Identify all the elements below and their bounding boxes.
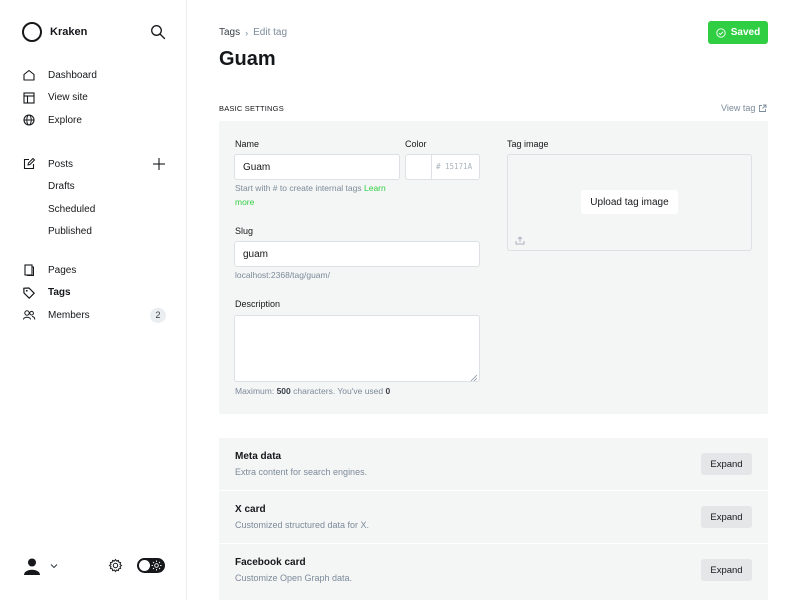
description-max: 500	[276, 386, 291, 396]
sidebar-item-scheduled[interactable]: Scheduled	[22, 198, 172, 221]
sidebar-item-label: Dashboard	[48, 69, 97, 81]
sidebar-item-view-site[interactable]: View site	[22, 87, 172, 110]
view-tag-label: View tag	[721, 103, 756, 113]
sidebar-item-dashboard[interactable]: Dashboard	[22, 64, 172, 87]
view-tag-link[interactable]: View tag	[721, 103, 767, 113]
sidebar-item-label: Posts	[48, 158, 74, 170]
site-logo	[22, 22, 42, 42]
sidebar-item-label: Published	[48, 226, 92, 238]
description-hint-mid: characters. You've used	[293, 386, 384, 396]
primary-nav: Dashboard View site Explore	[22, 64, 172, 132]
color-label: Color	[405, 139, 427, 149]
sidebar-item-members[interactable]: Members 2	[22, 304, 172, 327]
sidebar-item-label: Explore	[48, 114, 82, 126]
tag-icon	[22, 286, 36, 300]
globe-icon	[22, 113, 36, 127]
basic-settings-heading: Basic settings	[219, 104, 284, 113]
card-title: Facebook card	[235, 557, 306, 568]
pages-icon	[22, 263, 36, 277]
card-title: Meta data	[235, 451, 282, 462]
name-hint-text: Start with # to create internal tags	[235, 183, 362, 193]
description-label: Description	[235, 299, 281, 309]
expand-facebook-card-button[interactable]: Expand	[701, 559, 752, 581]
color-preview[interactable]	[406, 155, 432, 179]
home-icon	[22, 68, 36, 82]
sidebar-item-pages[interactable]: Pages	[22, 259, 172, 282]
image-upload-icon[interactable]	[515, 235, 525, 245]
toggle-knob	[139, 560, 150, 571]
search-icon[interactable]	[150, 24, 166, 40]
page-title: Guam	[219, 48, 276, 70]
card-title: X card	[235, 504, 266, 515]
card-description: Extra content for search engines.	[235, 467, 368, 477]
facebook-card-card: Facebook card Customize Open Graph data.…	[219, 544, 768, 600]
sidebar: Kraken Dashboard View site Explore Posts…	[0, 0, 187, 600]
breadcrumb: Tags › Edit tag	[219, 27, 287, 38]
gear-icon[interactable]	[108, 558, 123, 573]
save-button-label: Saved	[730, 27, 761, 38]
sidebar-item-explore[interactable]: Explore	[22, 109, 172, 132]
theme-toggle[interactable]	[137, 558, 165, 573]
sidebar-item-label: Members	[48, 309, 90, 321]
other-nav: Pages Tags Members 2	[22, 259, 172, 327]
name-label: Name	[235, 139, 260, 149]
slug-label: Slug	[235, 226, 254, 236]
upload-image-button[interactable]: Upload tag image	[581, 190, 678, 214]
breadcrumb-tags-link[interactable]: Tags	[219, 27, 240, 38]
sidebar-item-published[interactable]: Published	[22, 221, 172, 244]
sidebar-item-tags[interactable]: Tags	[22, 282, 172, 305]
sidebar-item-drafts[interactable]: Drafts	[22, 176, 172, 199]
site-name: Kraken	[50, 26, 88, 38]
sidebar-footer	[22, 556, 167, 576]
meta-data-card: Meta data Extra content for search engin…	[219, 438, 768, 490]
external-link-icon	[758, 104, 767, 113]
sidebar-item-label: Scheduled	[48, 203, 96, 215]
resize-handle-icon[interactable]	[470, 373, 478, 382]
tag-image-label: Tag image	[507, 139, 549, 149]
card-description: Customize Open Graph data.	[235, 573, 353, 583]
breadcrumb-current: Edit tag	[253, 27, 288, 38]
sidebar-item-label: Pages	[48, 264, 77, 276]
expand-x-card-button[interactable]: Expand	[701, 506, 752, 528]
layout-icon	[22, 91, 36, 105]
color-hex-placeholder: # 15171A	[436, 162, 473, 171]
slug-input[interactable]: guam	[234, 241, 480, 267]
chevron-right-icon: ›	[245, 27, 249, 38]
edit-icon	[22, 157, 36, 171]
card-description: Customized structured data for X.	[235, 520, 370, 530]
content-nav: Posts Drafts Scheduled Published	[22, 153, 172, 243]
sidebar-item-label: Tags	[48, 287, 71, 299]
description-hint: Maximum: 500 characters. You've used 0	[235, 384, 390, 398]
expand-meta-data-button[interactable]: Expand	[701, 453, 752, 475]
members-icon	[22, 308, 36, 322]
user-avatar[interactable]	[22, 556, 42, 576]
brand[interactable]: Kraken	[22, 22, 87, 42]
sidebar-item-posts[interactable]: Posts	[22, 153, 172, 176]
save-button[interactable]: Saved	[708, 21, 768, 44]
description-textarea[interactable]	[234, 315, 480, 382]
add-post-icon[interactable]	[152, 157, 166, 171]
basic-settings-panel: Name Guam Start with # to create interna…	[219, 121, 768, 414]
description-used-count: 0	[385, 386, 391, 396]
name-hint: Start with # to create internal tags Lea…	[235, 181, 405, 209]
slug-url: localhost:2368/tag/guam/	[235, 270, 330, 280]
check-circle-icon	[716, 27, 726, 38]
x-card-card: X card Customized structured data for X.…	[219, 491, 768, 543]
color-input[interactable]: # 15171A	[405, 154, 480, 180]
members-count-badge: 2	[150, 308, 166, 323]
sun-icon	[151, 560, 162, 571]
sidebar-item-label: Drafts	[48, 181, 75, 193]
chevron-down-icon[interactable]	[49, 561, 59, 571]
sidebar-item-label: View site	[48, 92, 88, 104]
tag-image-dropzone[interactable]: Upload tag image	[507, 154, 752, 251]
name-input[interactable]: Guam	[234, 154, 400, 180]
description-hint-prefix: Maximum:	[235, 386, 275, 396]
